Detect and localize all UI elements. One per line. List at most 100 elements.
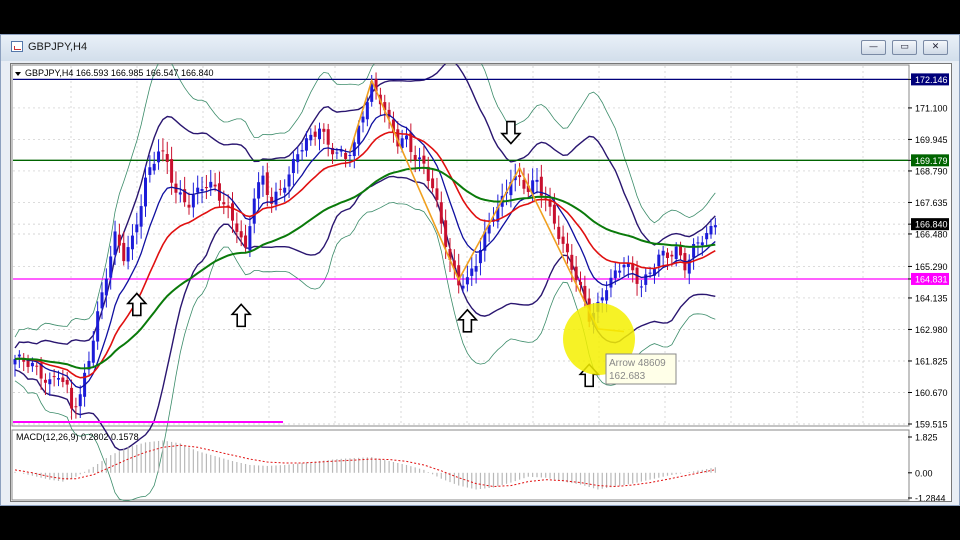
candle-body (78, 394, 82, 407)
candle-body (431, 178, 435, 189)
zigzag-line (349, 78, 625, 333)
candle-body (522, 179, 526, 189)
symbol-header: GBPJPY,H4 166.593 166.985 166.547 166.84… (25, 68, 214, 78)
candle-body (648, 272, 652, 274)
candle-body (557, 226, 561, 239)
macd-tick-label: 0.00 (915, 468, 933, 478)
candle-body (187, 204, 191, 208)
horizontal-lines[interactable] (13, 78, 908, 423)
down-arrow-icon[interactable] (500, 120, 522, 145)
candle-body (157, 151, 161, 163)
candle-body (261, 175, 265, 185)
macd-signal-line (14, 444, 716, 488)
candle-body (461, 285, 465, 289)
candle-body (700, 242, 704, 246)
candle-body (535, 179, 539, 182)
price-pane (11, 64, 910, 427)
candle-body (696, 242, 700, 244)
price-grid (13, 66, 908, 425)
candle-body (457, 265, 461, 286)
candle-body (322, 128, 326, 132)
chart-area[interactable]: 172.146 171.100 169.945 169.179 168.790 167.6… (10, 13, 952, 504)
candle-body (657, 254, 661, 267)
candle-body (435, 188, 439, 200)
price-tick-label: 160.670 (915, 388, 948, 398)
up-arrow-icon[interactable] (456, 308, 479, 333)
price-tick-label: 164.135 (915, 293, 948, 303)
restore-button[interactable]: ▭ (892, 40, 917, 55)
candle-body (600, 297, 604, 301)
close-button[interactable]: ✕ (923, 40, 948, 55)
price-tick-label: 162.980 (915, 325, 948, 335)
candle-body (235, 223, 239, 232)
candle-body (335, 152, 339, 154)
candle-body (418, 157, 422, 160)
tooltip-line-2: 162.683 (609, 371, 646, 382)
candle-body (96, 311, 100, 342)
price-tick-label: 167.635 (915, 198, 948, 208)
candle-body (200, 189, 204, 191)
candle-body (474, 265, 478, 272)
price-tick-label: 169.945 (915, 135, 948, 145)
candle-body (65, 379, 69, 385)
candle-body (605, 290, 609, 301)
candle-body (231, 203, 234, 221)
candle-body (222, 202, 226, 205)
candle-body (666, 252, 669, 259)
candle-body (178, 192, 182, 195)
candle-body (61, 377, 65, 383)
candle-body (161, 150, 165, 152)
candle-body (196, 187, 200, 193)
candle-body (204, 186, 208, 189)
macd-indicator: 1.825 0.00 -1.2844 (14, 433, 946, 504)
candle-body (344, 152, 348, 159)
tooltip: Arrow 48609 162.683 (605, 353, 677, 385)
candle-body (43, 379, 47, 383)
candle-body (574, 266, 578, 281)
price-label: 169.179 (915, 156, 948, 166)
candle-body (109, 256, 113, 278)
candle-body (265, 172, 269, 196)
candle-body (239, 231, 243, 238)
macd-tick-label: -1.2844 (915, 494, 946, 502)
candle-body (565, 243, 569, 253)
title-bar[interactable]: GBPJPY,H4 — ▭ ✕ (1, 35, 959, 61)
candle-body (100, 292, 104, 309)
candle-body (244, 235, 248, 248)
chart-window: GBPJPY,H4 — ▭ ✕ 172.146 171.100 169.945 169… (0, 13, 960, 506)
candle-body (126, 247, 130, 262)
macd-pane (11, 429, 910, 501)
signal-arrows[interactable] (126, 120, 600, 388)
candle-body (444, 220, 448, 247)
price-label: 172.146 (915, 75, 948, 85)
price-tick-label: 159.515 (915, 420, 948, 430)
candle-body (191, 194, 195, 208)
price-label: 166.840 (915, 220, 948, 230)
dropdown-arrow-icon[interactable] (15, 72, 21, 76)
candle-body (713, 225, 717, 228)
minimize-button[interactable]: — (861, 40, 886, 55)
candle-body (274, 191, 278, 205)
candle-body (48, 379, 52, 385)
candle-body (213, 184, 217, 187)
candle-body (348, 155, 352, 157)
candle-body (170, 159, 174, 183)
candle-body (139, 206, 143, 227)
candle-body (304, 138, 308, 151)
candle-body (91, 340, 95, 363)
candle-body (661, 250, 665, 256)
price-tick-label: 165.290 (915, 262, 948, 272)
candle-body (318, 128, 321, 140)
up-arrow-icon[interactable] (230, 303, 252, 328)
candle-body (309, 134, 313, 141)
price-chart[interactable]: 172.146 171.100 169.945 169.179168.790 167.6… (11, 13, 951, 504)
candle-body (405, 135, 408, 140)
candle-body (52, 376, 56, 378)
candle-body (287, 174, 291, 187)
candle-body (117, 234, 121, 246)
candle-body (30, 362, 34, 367)
candle-body (670, 254, 674, 257)
candle-body (313, 131, 317, 137)
candle-body (639, 286, 643, 288)
candle-body (57, 378, 60, 380)
